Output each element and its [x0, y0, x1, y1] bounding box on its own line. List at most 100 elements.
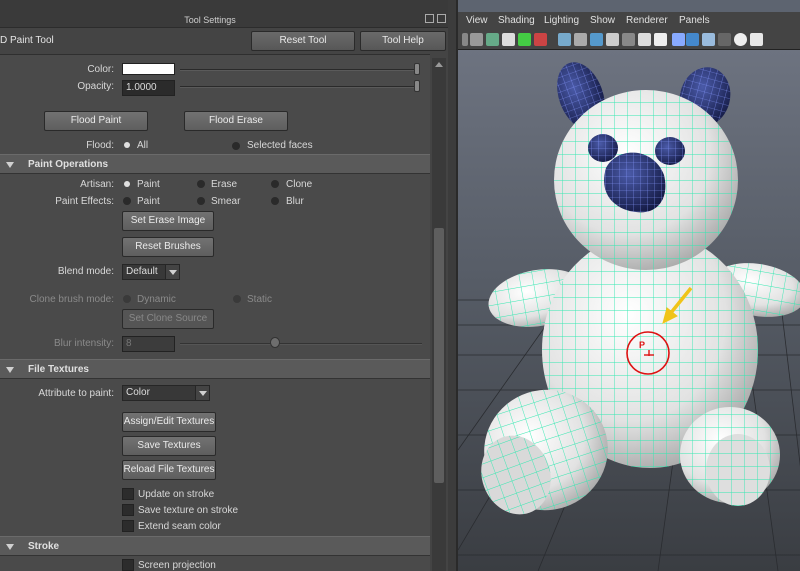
save-textures-button[interactable]: Save Textures: [122, 436, 216, 456]
scroll-up-icon[interactable]: [435, 62, 443, 67]
lights-icon[interactable]: [622, 33, 635, 46]
grid-icon[interactable]: [534, 33, 547, 46]
set-erase-image-button[interactable]: Set Erase Image: [122, 211, 214, 231]
clone-static-label: Static: [247, 294, 273, 305]
blur-slider-knob[interactable]: [270, 337, 280, 348]
blur-intensity-field[interactable]: 8: [122, 336, 175, 352]
menu-shading[interactable]: Shading: [498, 15, 535, 26]
wireframe-icon[interactable]: [558, 33, 571, 46]
flood-selected-label: Selected faces: [247, 140, 313, 151]
menu-show[interactable]: Show: [590, 15, 615, 26]
flood-all-radio[interactable]: [124, 142, 130, 148]
close-icon[interactable]: [437, 14, 446, 23]
artisan-paint-radio[interactable]: [124, 181, 130, 187]
chevron-down-icon: [165, 265, 179, 279]
opacity-slider[interactable]: [180, 86, 418, 88]
tool-help-button[interactable]: Tool Help: [360, 31, 446, 51]
paint-effects-label: Paint Effects:: [55, 196, 114, 207]
color-swatch[interactable]: [122, 63, 175, 75]
bookmark-icon[interactable]: [502, 33, 515, 46]
effects-blur-radio[interactable]: [271, 197, 279, 205]
flood-erase-button[interactable]: Flood Erase: [184, 111, 288, 131]
artisan-clone-radio[interactable]: [271, 180, 279, 188]
flood-all-label: All: [137, 140, 149, 151]
reset-brushes-button[interactable]: Reset Brushes: [122, 237, 214, 257]
settings-scroll-area: Color: Opacity: 1.0000 Flood Paint Flood…: [0, 54, 430, 571]
effects-blur-label: Blur: [286, 196, 304, 207]
assign-edit-textures-button[interactable]: Assign/Edit Textures: [122, 412, 216, 432]
paint-operations-header[interactable]: Paint Operations: [0, 154, 430, 174]
update-on-stroke-label: Update on stroke: [138, 489, 215, 500]
checker-icon[interactable]: [718, 33, 731, 46]
flood-selected-radio[interactable]: [232, 142, 240, 150]
tool-settings-titlebar: Tool Settings: [0, 0, 448, 28]
motion-blur-icon[interactable]: [750, 33, 763, 46]
xray-joints-icon[interactable]: [686, 33, 699, 46]
shadows-icon[interactable]: [638, 33, 651, 46]
viewport-toolbar: [458, 30, 800, 50]
opacity-slider-knob[interactable]: [414, 80, 420, 92]
smooth-shade-icon[interactable]: [574, 33, 587, 46]
screen-projection-checkbox[interactable]: [122, 559, 134, 571]
collapse-arrow-icon: [6, 367, 14, 373]
update-on-stroke-checkbox[interactable]: [122, 488, 134, 500]
image-plane-icon[interactable]: [518, 33, 531, 46]
isolate-icon[interactable]: [702, 33, 715, 46]
vertical-scrollbar[interactable]: [432, 58, 446, 571]
blur-slider[interactable]: [180, 343, 422, 345]
artisan-label: Artisan:: [80, 179, 114, 190]
clone-dynamic-radio[interactable]: [123, 295, 131, 303]
menu-renderer[interactable]: Renderer: [626, 15, 668, 26]
blur-intensity-label: Blur intensity:: [53, 338, 114, 349]
section-title: File Textures: [28, 364, 89, 375]
artisan-clone-label: Clone: [286, 179, 313, 190]
ambient-occlusion-icon[interactable]: [734, 33, 747, 46]
collapse-arrow-icon: [6, 544, 14, 550]
camera-attr-icon[interactable]: [486, 33, 499, 46]
attribute-to-paint-dropdown[interactable]: Color: [122, 385, 210, 401]
tool-settings-panel: Tool Settings D Paint Tool Reset Tool To…: [0, 0, 448, 571]
reset-tool-button[interactable]: Reset Tool: [251, 31, 355, 51]
xray-icon[interactable]: [672, 33, 685, 46]
tool-name: D Paint Tool: [0, 35, 54, 46]
opacity-label: Opacity:: [77, 81, 114, 92]
effects-smear-radio[interactable]: [197, 197, 205, 205]
textured-icon[interactable]: [606, 33, 619, 46]
hud-icon[interactable]: [654, 33, 667, 46]
menu-lighting[interactable]: Lighting: [544, 15, 579, 26]
section-title: Paint Operations: [28, 159, 109, 170]
flood-label: Flood:: [86, 140, 114, 151]
menu-view[interactable]: View: [466, 15, 488, 26]
blend-mode-label: Blend mode:: [57, 266, 114, 277]
color-slider-knob[interactable]: [414, 63, 420, 75]
flood-paint-button[interactable]: Flood Paint: [44, 111, 148, 131]
artisan-erase-label: Erase: [211, 179, 238, 190]
camera-select-icon[interactable]: [470, 33, 483, 46]
blend-mode-value: Default: [126, 266, 158, 277]
color-slider[interactable]: [180, 69, 418, 71]
scrollbar-thumb[interactable]: [434, 228, 444, 483]
viewport-panel: View Shading Lighting Show Renderer Pane…: [456, 0, 800, 571]
opacity-field[interactable]: 1.0000: [122, 80, 175, 96]
menu-panels[interactable]: Panels: [679, 15, 710, 26]
set-clone-source-button[interactable]: Set Clone Source: [122, 309, 214, 329]
clone-static-radio[interactable]: [233, 295, 241, 303]
effects-paint-radio[interactable]: [123, 197, 131, 205]
extend-seam-color-checkbox[interactable]: [122, 520, 134, 532]
maya-window: Tool Settings D Paint Tool Reset Tool To…: [0, 0, 800, 571]
clone-brush-mode-label: Clone brush mode:: [29, 294, 115, 305]
shade-wire-icon[interactable]: [590, 33, 603, 46]
save-texture-on-stroke-checkbox[interactable]: [122, 504, 134, 516]
effects-smear-label: Smear: [211, 196, 241, 207]
file-textures-header[interactable]: File Textures: [0, 359, 430, 379]
float-icon[interactable]: [425, 14, 434, 23]
screen-projection-label: Screen projection: [138, 560, 216, 571]
artisan-erase-radio[interactable]: [197, 180, 205, 188]
attribute-to-paint-label: Attribute to paint:: [38, 388, 114, 399]
effects-paint-label: Paint: [137, 196, 160, 207]
reload-file-textures-button[interactable]: Reload File Textures: [122, 460, 216, 480]
stroke-header[interactable]: Stroke: [0, 536, 430, 556]
artisan-paint-label: Paint: [137, 179, 160, 190]
blend-mode-dropdown[interactable]: Default: [122, 264, 180, 280]
viewport-scene[interactable]: P: [458, 50, 800, 571]
